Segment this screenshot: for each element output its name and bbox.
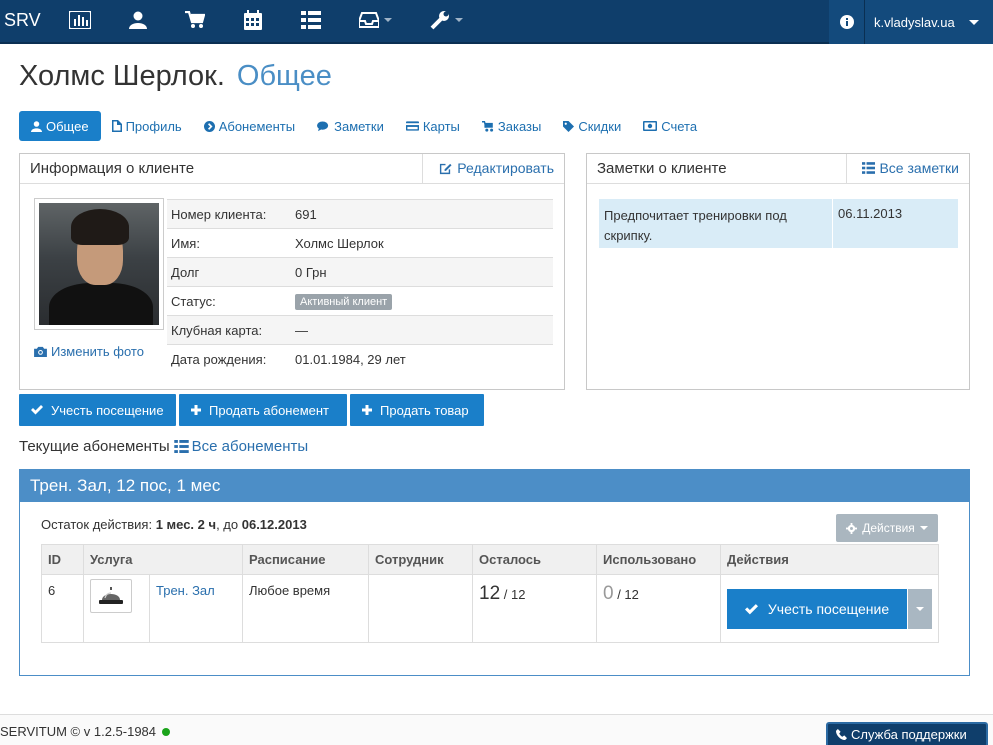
table-row: Статус: Активный клиент (167, 286, 553, 316)
edit-link[interactable]: Редактировать (439, 160, 554, 176)
tab-subscriptions[interactable]: Абонементы (193, 111, 306, 141)
user-icon (31, 120, 42, 132)
plus-icon (362, 405, 372, 415)
client-debt: 0 Грн (291, 257, 553, 287)
visit-options-dropdown[interactable] (908, 589, 932, 629)
services-table: ID Услуга Расписание Сотрудник Осталось … (41, 544, 939, 643)
row-used: 0 / 12 (596, 574, 721, 643)
client-info-table: Номер клиента: 691 Имя: Холмс Шерлок Долг 0… (167, 199, 553, 374)
all-notes-link[interactable]: Все заметки (862, 160, 959, 176)
table-row: 6 Трен. Зал Любое время 12 / 12 0 / 12 У… (41, 574, 939, 643)
tab-general[interactable]: Общее (19, 111, 101, 141)
edit-icon (440, 163, 452, 174)
table-row: Номер клиента: 691 (167, 199, 553, 229)
page-subtitle: Общее (236, 60, 332, 92)
subscription-panel: Трен. Зал, 12 пос, 1 мес Остаток действи… (19, 469, 970, 676)
sell-subscription-button[interactable]: Продать абонемент (179, 394, 347, 426)
chevron-down-icon (455, 18, 463, 22)
table-row: Имя: Холмс Шерлок (167, 228, 553, 258)
table-row: Клубная карта: — (167, 315, 553, 345)
chevron-down-icon (916, 607, 924, 611)
client-name-title: Холмс Шерлок. (19, 60, 225, 92)
divider (846, 154, 847, 183)
client-photo (34, 198, 164, 330)
register-visit-button[interactable]: Учесть посещение (19, 394, 176, 426)
brand-logo[interactable]: SRV (4, 10, 41, 31)
service-link[interactable]: Трен. Зал (156, 583, 215, 598)
check-icon (744, 603, 758, 614)
gear-icon (846, 522, 858, 534)
chevron-down-icon (384, 18, 392, 22)
tag-icon (563, 120, 575, 132)
chevron-down-icon (919, 526, 928, 530)
credit-card-icon (405, 121, 419, 131)
check-icon (31, 405, 43, 415)
cart-icon (481, 120, 493, 132)
tab-profile[interactable]: Профиль (101, 111, 193, 141)
page-title: Холмс Шерлок. Общее (19, 60, 332, 93)
chevron-down-icon (968, 19, 979, 25)
register-visit-row-button[interactable]: Учесть посещение (727, 589, 907, 629)
list-icon (173, 440, 189, 453)
top-navbar: SRV k.vladyslav.ua (0, 0, 993, 44)
note-date: 06.11.2013 (838, 206, 903, 221)
status-indicator (162, 727, 171, 736)
service-bell-icon (90, 579, 132, 613)
tab-cards[interactable]: Карты (395, 111, 471, 141)
list-icon (862, 162, 876, 174)
sell-product-button[interactable]: Продать товар (350, 394, 484, 426)
version-text: SERVITUM © v 1.2.5-1984 (0, 724, 157, 739)
list-icon[interactable] (299, 8, 323, 32)
current-subscriptions-heading: Текущие абонементы Все абонементы (19, 438, 309, 455)
all-subscriptions-link[interactable]: Все абонементы (173, 438, 308, 455)
table-header: ID Услуга Расписание Сотрудник Осталось … (41, 544, 939, 575)
row-left: 12 / 12 (472, 574, 597, 643)
client-info-header: Информация о клиенте Редактировать (20, 154, 564, 184)
status-badge: Активный клиент (295, 293, 393, 310)
user-name: k.vladyslav.ua (874, 14, 955, 30)
club-card: — (291, 315, 553, 345)
row-schedule: Любое время (242, 574, 369, 643)
table-row: Долг 0 Грн (167, 257, 553, 287)
plus-icon (191, 405, 201, 415)
row-staff (368, 574, 473, 643)
wrench-icon[interactable] (428, 8, 452, 32)
panel-title: Заметки о клиенте (597, 160, 727, 177)
actions-dropdown-button[interactable]: Действия (836, 514, 938, 542)
support-button[interactable]: Служба поддержки (826, 722, 988, 745)
info-icon[interactable] (829, 0, 865, 44)
camera-icon (34, 346, 47, 357)
cart-icon[interactable] (183, 8, 207, 32)
client-notes-panel: Заметки о клиенте Все заметки Предпочита… (586, 153, 970, 390)
inbox-icon[interactable] (357, 8, 381, 32)
change-photo-link[interactable]: Изменить фото (34, 344, 144, 359)
comments-icon (317, 120, 329, 131)
tab-invoices[interactable]: Счета (632, 111, 708, 141)
tab-discounts[interactable]: Скидки (552, 111, 632, 141)
chevron-circle-icon (203, 120, 215, 132)
divider (422, 154, 423, 183)
table-row: Дата рождения: 01.01.1984, 29 лет (167, 344, 553, 374)
client-number: 691 (291, 199, 553, 229)
tab-orders[interactable]: Заказы (471, 111, 552, 141)
money-icon (643, 121, 658, 131)
note-item[interactable]: Предпочитает тренировки под скрипку. 06.… (599, 199, 958, 248)
client-tabs: Общее Профиль Абонементы Заметки Карты З… (19, 111, 708, 141)
tab-notes[interactable]: Заметки (306, 111, 395, 141)
birth-date: 01.01.1984, 29 лет (291, 344, 553, 374)
stats-icon[interactable] (68, 8, 92, 32)
client-notes-header: Заметки о клиенте Все заметки (587, 154, 969, 184)
client-info-panel: Информация о клиенте Редактировать Измен… (19, 153, 565, 390)
subscription-remaining: Остаток действия: 1 мес. 2 ч, до 06.12.2… (41, 517, 307, 532)
row-id: 6 (41, 574, 84, 643)
user-menu[interactable]: k.vladyslav.ua (865, 0, 993, 44)
client-name: Холмс Шерлок (291, 228, 553, 258)
calendar-icon[interactable] (241, 8, 265, 32)
note-text: Предпочитает тренировки под скрипку. (599, 199, 833, 248)
user-icon[interactable] (126, 8, 150, 32)
subscription-title: Трен. Зал, 12 пос, 1 мес (20, 470, 969, 502)
phone-icon (836, 729, 847, 740)
file-icon (111, 120, 122, 132)
panel-title: Информация о клиенте (30, 160, 195, 177)
